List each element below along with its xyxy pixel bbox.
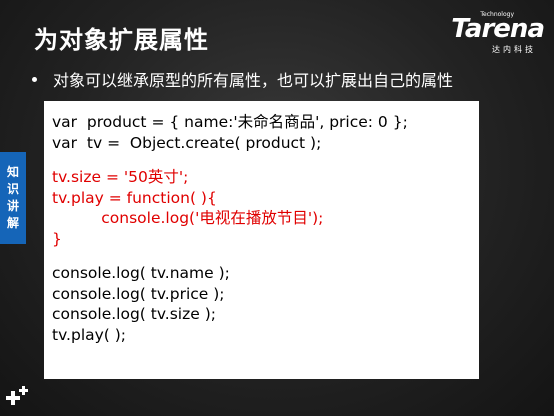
code-line-highlight: console.log('电视在播放节目'); — [52, 209, 324, 227]
code-line: console.log( tv.name ); — [52, 264, 230, 282]
side-tab-knowledge: 知 识 讲 解 — [0, 152, 26, 244]
plus-icon — [6, 386, 28, 405]
code-line: console.log( tv.size ); — [52, 305, 216, 323]
code-block: var product = { name:'未命名商品', price: 0 }… — [44, 101, 479, 379]
side-tab-char: 解 — [6, 216, 19, 230]
code-line: tv.play( ); — [52, 325, 127, 344]
logo-wordmark: Tarena — [451, 14, 545, 44]
side-tab-char: 识 — [6, 182, 19, 196]
bullet-text: 对象可以继承原型的所有属性，也可以扩展出自己的属性 — [53, 71, 454, 90]
code-line-highlight: } — [52, 229, 62, 248]
code-line-highlight: tv.play = function( ){ — [52, 188, 217, 207]
code-line-highlight: tv.size = '50英寸'; — [52, 168, 189, 186]
side-tab-char: 知 — [6, 165, 19, 179]
bullet-point: 对象可以继承原型的所有属性，也可以扩展出自己的属性 — [32, 67, 453, 91]
slide-title: 为对象扩展属性 — [34, 26, 209, 54]
side-tab-char: 讲 — [6, 199, 19, 213]
code-line: var tv = Object.create( product ); — [52, 133, 322, 152]
code-line: console.log( tv.price ); — [52, 284, 225, 303]
tarena-logo: Technology Tarena 达内科技 — [434, 8, 545, 54]
logo-chinese-name: 达内科技 — [492, 45, 536, 54]
bullet-dot-icon — [32, 76, 37, 82]
code-line: var product = { name:'未命名商品', price: 0 }… — [52, 113, 408, 131]
